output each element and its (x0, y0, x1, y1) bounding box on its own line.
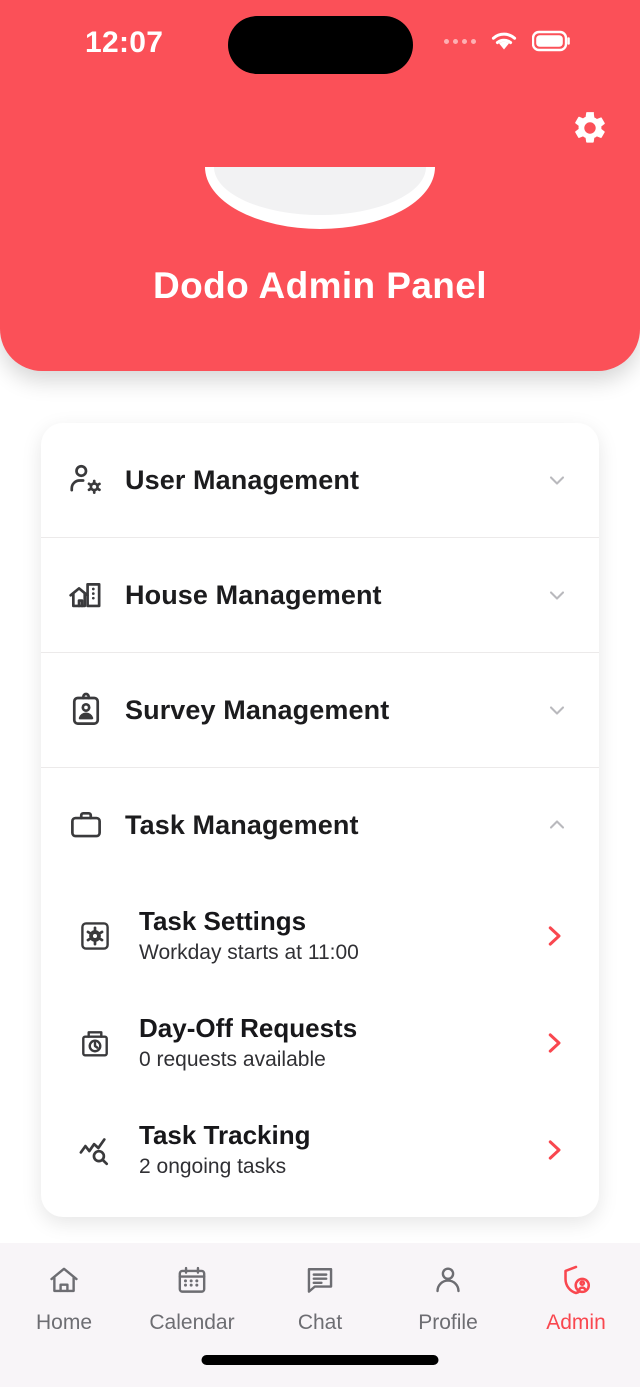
list-item-subtitle: 0 requests available (139, 1048, 326, 1072)
chevron-right-icon[interactable] (537, 1135, 571, 1165)
section-house-management: House Management (41, 537, 599, 652)
chevron-down-icon (543, 468, 571, 492)
nav-item-label: Calendar (149, 1311, 235, 1334)
status-bar: 12:07 (0, 0, 640, 84)
calendar-icon (175, 1263, 209, 1302)
list-item-task-tracking[interactable]: Task Tracking 2 ongoing tasks (41, 1096, 599, 1203)
list-item-text: Task Settings Workday starts at 11:00 (139, 906, 537, 966)
list-item-task-settings[interactable]: Task Settings Workday starts at 11:00 (41, 882, 599, 989)
sidebar-item-house-management[interactable]: House Management (41, 538, 599, 652)
list-item-title: Task Settings (139, 905, 307, 936)
bag-clock-icon (77, 1025, 127, 1061)
id-badge-icon (67, 691, 115, 729)
chat-icon (303, 1263, 337, 1302)
bowl-logo (205, 167, 435, 229)
sidebar-item-label: Task Management (125, 809, 359, 840)
section-user-management: User Management (41, 423, 599, 537)
nav-item-label: Admin (546, 1311, 606, 1334)
battery-icon (532, 30, 572, 52)
sidebar-item-survey-management[interactable]: Survey Management (41, 653, 599, 767)
settings-button[interactable] (560, 100, 620, 160)
list-item-day-off-requests[interactable]: Day-Off Requests 0 requests available (41, 989, 599, 1096)
chevron-down-icon (543, 583, 571, 607)
home-icon (47, 1263, 81, 1302)
person-icon (431, 1263, 465, 1302)
list-item-subtitle: 2 ongoing tasks (139, 1155, 287, 1179)
bottom-navigation: Home Calendar Chat Profile Admin (0, 1243, 640, 1387)
sidebar-item-label: Survey Management (125, 694, 390, 725)
list-item-title: Task Tracking (139, 1119, 311, 1150)
list-item-title: Day-Off Requests (139, 1012, 358, 1043)
signal-dots-icon (444, 38, 476, 44)
briefcase-icon (67, 806, 115, 844)
nav-item-profile[interactable]: Profile (384, 1263, 512, 1335)
nav-item-admin[interactable]: Admin (512, 1263, 640, 1335)
gear-icon (571, 109, 609, 152)
house-building-icon (67, 576, 115, 614)
trend-search-icon (77, 1132, 127, 1168)
list-item-subtitle: Workday starts at 11:00 (139, 941, 359, 965)
section-task-management: Task Management Task Settings Workday st… (41, 767, 599, 1217)
nav-item-label: Profile (418, 1311, 478, 1334)
gear-square-icon (77, 918, 127, 954)
status-bar-clock: 12:07 (85, 26, 164, 59)
chevron-up-icon (543, 813, 571, 837)
task-management-subitems: Task Settings Workday starts at 11:00 Da… (41, 882, 599, 1217)
nav-item-chat[interactable]: Chat (256, 1263, 384, 1335)
shield-person-icon (559, 1263, 593, 1302)
sidebar-item-task-management[interactable]: Task Management (41, 768, 599, 882)
status-bar-indicators (444, 30, 572, 52)
list-item-text: Task Tracking 2 ongoing tasks (139, 1120, 537, 1180)
admin-menu-card: User Management House Management Survey … (41, 423, 599, 1217)
nav-item-home[interactable]: Home (0, 1263, 128, 1335)
user-settings-icon (67, 461, 115, 499)
nav-item-calendar[interactable]: Calendar (128, 1263, 256, 1335)
page-title: Dodo Admin Panel (153, 265, 487, 306)
sidebar-item-label: User Management (125, 464, 360, 495)
section-survey-management: Survey Management (41, 652, 599, 767)
chevron-right-icon[interactable] (537, 1028, 571, 1058)
list-item-text: Day-Off Requests 0 requests available (139, 1013, 537, 1073)
sidebar-item-user-management[interactable]: User Management (41, 423, 599, 537)
chevron-down-icon (543, 698, 571, 722)
app-header: 12:07 Dodo Admin Panel (0, 0, 640, 371)
home-indicator (201, 1355, 439, 1365)
nav-item-label: Chat (297, 1311, 343, 1334)
nav-item-label: Home (35, 1311, 93, 1334)
chevron-right-icon[interactable] (537, 921, 571, 951)
sidebar-item-label: House Management (125, 579, 382, 610)
wifi-icon (489, 30, 519, 52)
dynamic-island (228, 16, 413, 74)
